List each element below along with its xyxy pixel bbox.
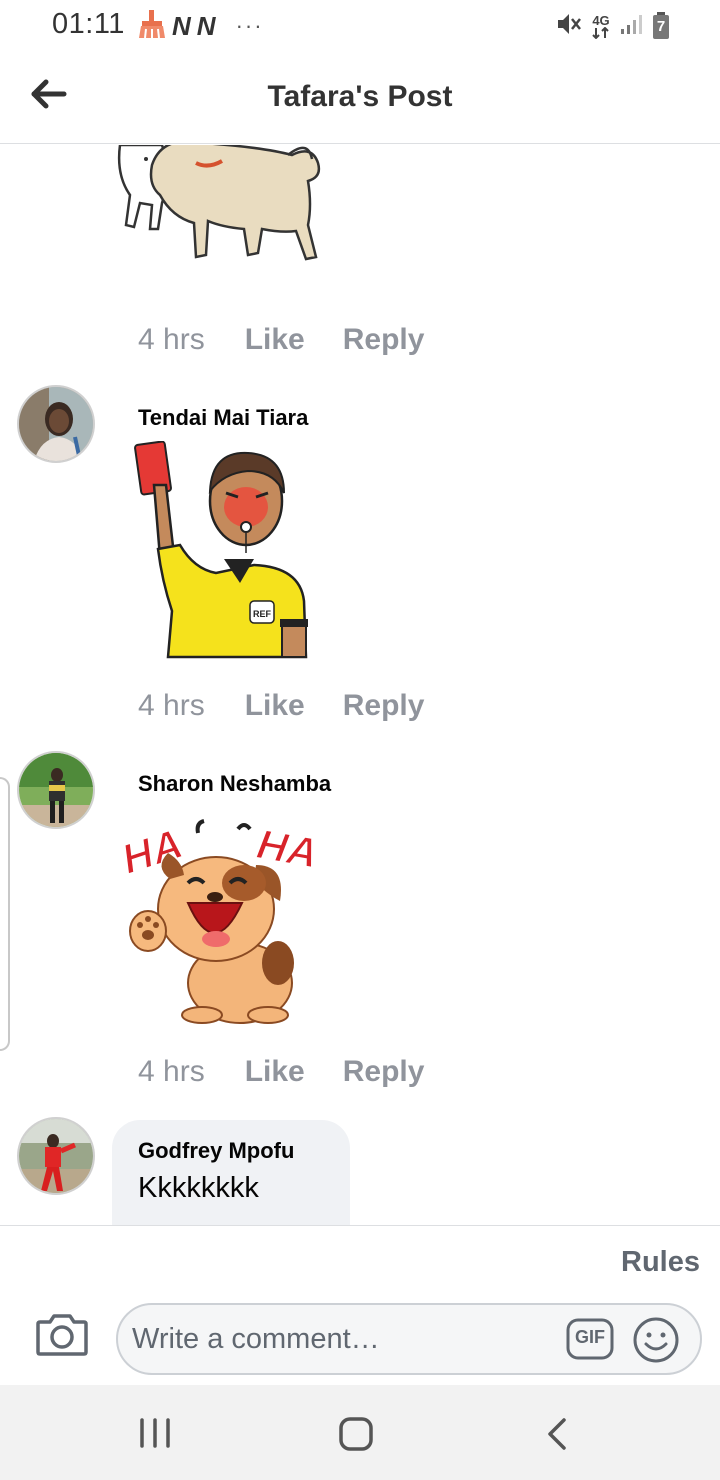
post-header: Tafara's Post (0, 52, 720, 144)
smiley-icon (633, 1317, 679, 1363)
battery-icon: 7 (652, 12, 670, 40)
page-title: Tafara's Post (267, 80, 453, 113)
comment-author[interactable]: Tendai Mai Tiara (138, 405, 308, 431)
comment-time: 4 hrs (138, 1055, 205, 1088)
avatar[interactable] (17, 385, 95, 463)
reply-button[interactable]: Reply (343, 689, 425, 723)
system-nav-bar (0, 1385, 720, 1480)
system-icons: 4G 7 (556, 8, 670, 44)
n-app-icon: N (196, 10, 216, 41)
rules-link[interactable]: Rules (621, 1246, 700, 1279)
comment-author[interactable]: Godfrey Mpofu (138, 1138, 294, 1164)
comment-actions: 4 hrs Like Reply (138, 689, 424, 723)
like-button[interactable]: Like (245, 1055, 305, 1089)
cleaner-icon (138, 9, 166, 44)
recent-apps-icon (140, 1418, 170, 1448)
signal-icon (620, 13, 642, 40)
nav-back-button[interactable] (544, 1416, 570, 1452)
camera-icon (36, 1314, 88, 1356)
notification-icons: N N ··· (138, 8, 264, 44)
home-icon (339, 1417, 373, 1451)
like-button[interactable]: Like (245, 323, 305, 357)
emoji-button[interactable] (632, 1316, 680, 1364)
dog-sticker[interactable] (112, 145, 334, 285)
more-dots-icon: ··· (235, 13, 264, 38)
comment-time: 4 hrs (138, 689, 205, 722)
avatar[interactable] (17, 751, 95, 829)
avatar[interactable] (17, 1117, 95, 1195)
gif-label: GIF (575, 1327, 605, 1347)
comment-composer: Rules Write a comment… GIF (0, 1225, 720, 1385)
camera-button[interactable] (36, 1312, 88, 1356)
comment-bubble[interactable]: Godfrey Mpofu Kkkkkkkk (112, 1120, 350, 1225)
haha-dog-sticker[interactable]: HA HA (115, 813, 328, 1025)
like-button[interactable]: Like (245, 689, 305, 723)
network-4g-icon: 4G (592, 14, 610, 39)
comment-author[interactable]: Sharon Neshamba (138, 771, 331, 797)
mute-icon (556, 11, 582, 42)
network-4g-label: 4G (592, 12, 610, 28)
back-icon (548, 1418, 566, 1450)
comment-feed[interactable]: 4 hrs Like Reply Tendai Mai Tiara REF 4 … (0, 145, 720, 1225)
gif-button[interactable]: GIF (566, 1318, 614, 1360)
comment-actions: 4 hrs Like Reply (138, 1055, 424, 1089)
reply-button[interactable]: Reply (343, 1055, 425, 1089)
reply-button[interactable]: Reply (343, 323, 425, 357)
referee-red-card-sticker[interactable]: REF (134, 440, 312, 661)
n-app-icon: N (172, 10, 191, 41)
status-bar: 01:11 N N ··· 4G 7 (0, 0, 720, 52)
comment-placeholder: Write a comment… (132, 1323, 380, 1355)
home-button[interactable] (338, 1416, 374, 1452)
comment-input[interactable]: Write a comment… GIF (116, 1303, 702, 1375)
svg-text:REF: REF (253, 609, 272, 619)
recent-apps-button[interactable] (138, 1418, 172, 1448)
comment-time: 4 hrs (138, 323, 205, 356)
scroll-handle[interactable] (0, 777, 10, 1051)
status-time: 01:11 (52, 8, 125, 40)
comment-text: Kkkkkkkk (138, 1172, 259, 1204)
comment-actions: 4 hrs Like Reply (138, 323, 424, 357)
battery-level: 7 (656, 18, 666, 35)
